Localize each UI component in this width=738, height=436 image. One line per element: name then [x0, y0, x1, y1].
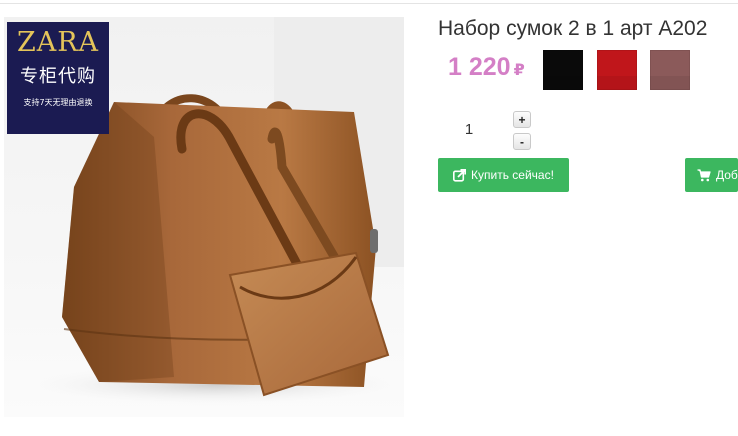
color-swatch-black[interactable]	[543, 50, 583, 90]
product-price: 1 220 ₽	[448, 53, 525, 82]
external-link-icon	[453, 168, 467, 182]
add-to-cart-label: Доб	[716, 168, 738, 182]
quantity-decrease-button[interactable]: -	[513, 133, 531, 150]
price-amount: 1 220	[448, 53, 511, 81]
quantity-input[interactable]: 1	[440, 121, 498, 138]
shopping-cart-icon	[697, 168, 711, 182]
color-swatch-red[interactable]	[597, 50, 637, 90]
top-divider	[0, 3, 738, 4]
color-swatch-brown[interactable]	[650, 50, 690, 90]
buy-now-label: Купить сейчас!	[471, 168, 554, 182]
brand-badge-line1: 专柜代购	[20, 66, 96, 87]
currency-symbol: ₽	[513, 62, 525, 79]
product-page: ZARA 专柜代购 支持7天无理由退换 Набор сумок 2 в 1 ар…	[0, 0, 738, 436]
product-photo[interactable]: ZARA 专柜代购 支持7天无理由退换	[4, 17, 404, 417]
brand-badge: ZARA 专柜代购 支持7天无理由退换	[7, 22, 109, 134]
product-title: Набор сумок 2 в 1 арт A202	[438, 17, 708, 40]
brand-logo: ZARA	[16, 27, 100, 58]
brand-badge-line2: 支持7天无理由退换	[23, 98, 93, 107]
buy-now-button[interactable]: Купить сейчас!	[438, 158, 569, 192]
quantity-increase-button[interactable]: +	[513, 111, 531, 128]
add-to-cart-button[interactable]: Доб	[685, 158, 738, 192]
